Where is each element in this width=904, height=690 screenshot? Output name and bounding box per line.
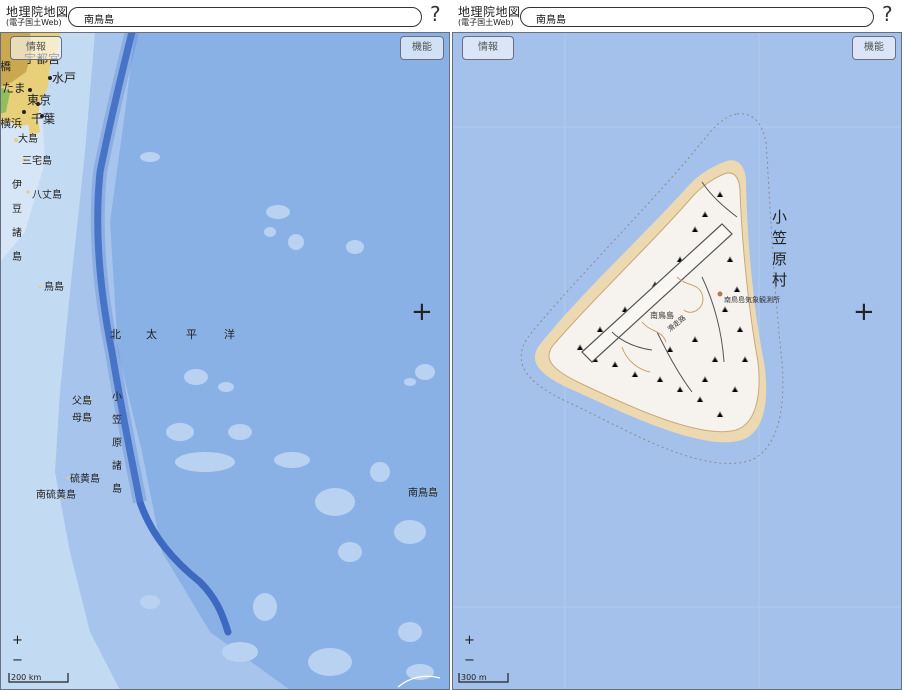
label-village-4: 村 — [772, 271, 787, 289]
zoom-out-button[interactable]: − — [12, 653, 23, 668]
label-partial-city: 橋 — [0, 59, 11, 73]
zoom-in-button[interactable]: + — [12, 633, 23, 648]
label-ogasawara-2: 笠 — [112, 413, 122, 426]
label-village-3: 原 — [772, 250, 787, 268]
label-ogasawara-3: 原 — [112, 437, 122, 449]
weather-station-icon — [717, 291, 723, 297]
search-input[interactable]: 南鳥島 — [520, 7, 874, 27]
label-hachijojima: 八丈島 — [32, 188, 62, 201]
zoom-out-button[interactable]: − — [464, 653, 475, 668]
label-ioto: 硫黄島 — [70, 472, 100, 485]
function-button[interactable]: 機能 — [400, 36, 444, 60]
label-pacific-1: 北 — [110, 328, 121, 341]
label-weather-station: 南鳥島気象観測所 — [724, 295, 780, 304]
label-island: 南鳥島 — [650, 310, 674, 320]
zoom-in-button[interactable]: + — [464, 633, 475, 648]
label-oshima: 大島 — [18, 132, 38, 145]
info-button[interactable]: 情報 — [10, 36, 62, 60]
label-izu-2: 豆 — [12, 203, 22, 215]
help-icon[interactable]: ? — [430, 2, 441, 26]
label-ogasawara-1: 小 — [112, 391, 122, 403]
label-izu-3: 諸 — [12, 226, 22, 239]
label-minami-ioto: 南硫黄島 — [36, 488, 76, 501]
site-subtitle: (電子国土Web) — [458, 18, 514, 27]
scale-label: 300 m — [461, 673, 487, 682]
label-miyakejima: 三宅島 — [22, 154, 52, 167]
left-map-panel: 地理院地図 (電子国土Web) 南鳥島 ? 橋 水戸 たま 東京 横浜 千葉 大… — [0, 0, 452, 690]
label-hahajima: 母島 — [72, 411, 92, 424]
label-chiba: 千葉 — [31, 112, 55, 126]
label-tokyo: 東京 — [27, 93, 51, 107]
label-pacific-3: 平 — [186, 328, 197, 341]
map-view[interactable]: 橋 宇都宮 水戸 たま 東京 横浜 千葉 大島 三宅島 八丈島 伊 豆 諸 島 … — [0, 32, 450, 690]
site-logo[interactable]: 地理院地図 (電子国土Web) — [458, 6, 521, 27]
label-torishima: 鳥島 — [44, 280, 64, 293]
label-yokohama: 横浜 — [0, 116, 22, 130]
label-pacific-4: 洋 — [224, 327, 235, 341]
map-view[interactable]: 小 笠 原 村 南鳥島気象観測所 滑走路 南鳥島 + + − 300 m — [452, 32, 902, 690]
label-tama: たま — [2, 81, 26, 95]
function-button[interactable]: 機能 — [852, 36, 896, 60]
label-pacific-2: 太 — [146, 328, 157, 341]
crosshair-icon: + — [853, 297, 875, 327]
site-title: 地理院地図 — [458, 5, 521, 19]
search-input[interactable]: 南鳥島 — [68, 7, 422, 27]
label-izu-4: 島 — [12, 250, 22, 263]
crosshair-icon: + — [411, 297, 433, 327]
label-ogasawara-4: 諸 — [112, 459, 122, 472]
help-icon[interactable]: ? — [882, 2, 893, 26]
label-village-1: 小 — [772, 208, 787, 226]
label-village-2: 笠 — [772, 229, 787, 247]
label-izu-1: 伊 — [12, 179, 22, 191]
label-mito: 水戸 — [52, 71, 76, 85]
label-ogasawara-5: 島 — [112, 482, 122, 495]
label-minamitorishima: 南鳥島 — [408, 486, 438, 499]
label-chichijima: 父島 — [72, 394, 92, 407]
right-map-panel: 地理院地図 (電子国土Web) 南鳥島 ? 小 笠 原 村 南鳥島気象観測所 滑… — [452, 0, 904, 690]
info-button[interactable]: 情報 — [462, 36, 514, 60]
site-logo[interactable]: 地理院地図 (電子国土Web) — [6, 6, 69, 27]
scale-label: 200 km — [11, 673, 41, 682]
site-title: 地理院地図 — [6, 5, 69, 19]
site-subtitle: (電子国土Web) — [6, 18, 62, 27]
